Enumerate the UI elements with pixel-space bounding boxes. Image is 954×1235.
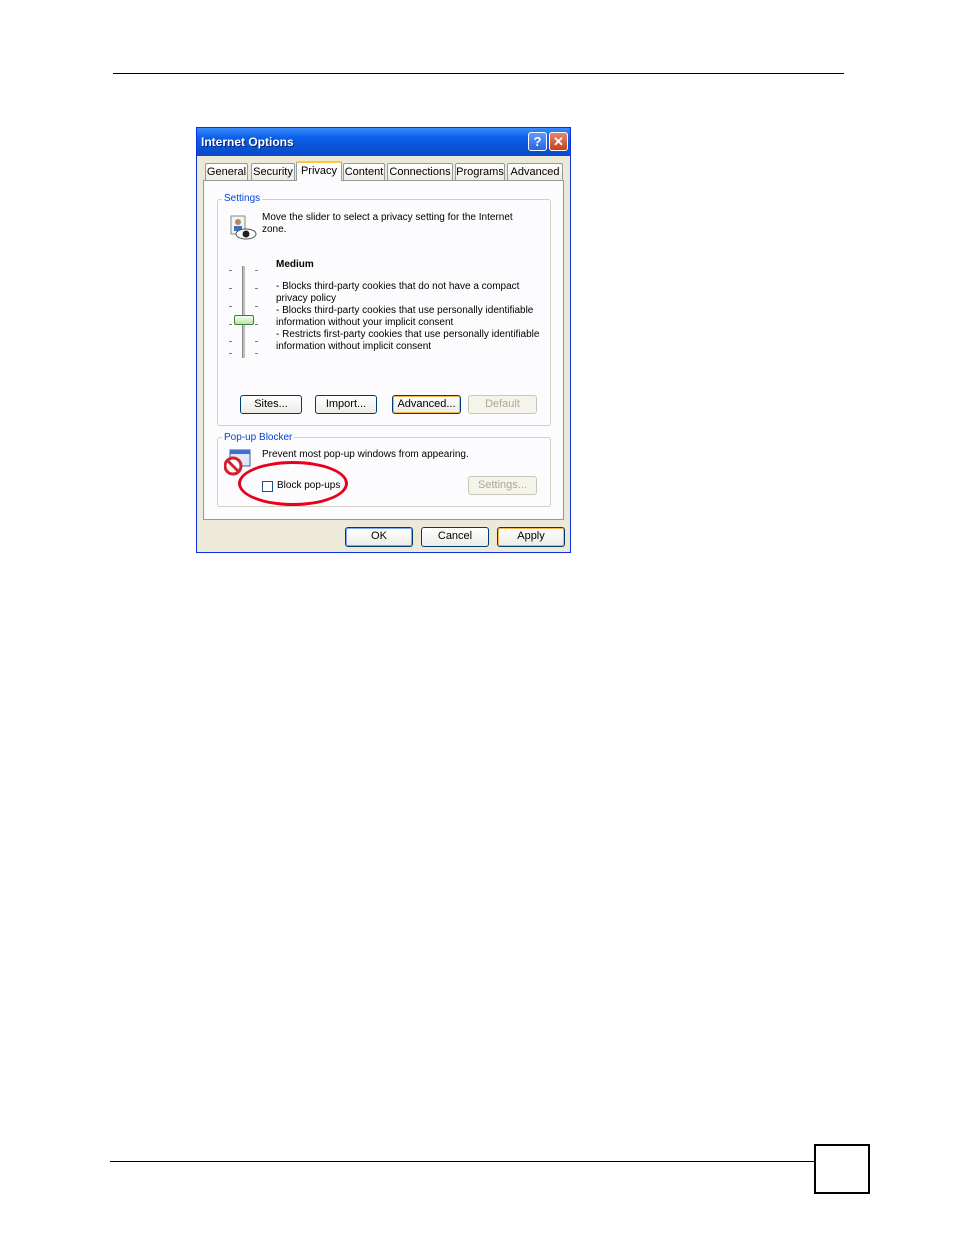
slider-thumb[interactable] [234, 315, 254, 325]
slider-tick [229, 306, 232, 307]
help-button[interactable]: ? [528, 132, 547, 151]
level-description-line: - Restricts first-party cookies that use… [276, 329, 540, 340]
tab-programs[interactable]: Programs [455, 163, 505, 180]
page-header-rule [113, 73, 844, 74]
slider-tick [255, 270, 258, 271]
page-footer-rule [110, 1161, 814, 1162]
cancel-button[interactable]: Cancel [421, 527, 489, 547]
default-button[interactable]: Default [468, 395, 537, 414]
tab-privacy[interactable]: Privacy [296, 161, 342, 181]
slider-tick [255, 353, 258, 354]
slider-tick [255, 288, 258, 289]
settings-group-label: Settings [222, 193, 263, 204]
title-bar[interactable]: Internet Options ? ✕ [197, 128, 570, 156]
tab-security[interactable]: Security [251, 163, 295, 180]
apply-button[interactable]: Apply [497, 527, 565, 547]
slider-tick [229, 341, 232, 342]
slider-tick [229, 353, 232, 354]
highlight-ellipse [238, 461, 348, 506]
level-description-line: information without implicit consent [276, 341, 432, 352]
level-description-line: - Blocks third-party cookies that use pe… [276, 305, 534, 316]
import-button[interactable]: Import... [315, 395, 377, 414]
tab-connections[interactable]: Connections [387, 163, 453, 180]
page-number-box [814, 1144, 870, 1194]
slider-tick [255, 324, 258, 325]
ok-button[interactable]: OK [345, 527, 413, 547]
dialog-title: Internet Options [201, 135, 294, 149]
popup-settings-button[interactable]: Settings... [468, 476, 537, 495]
privacy-eye-icon [230, 215, 257, 240]
popup-blocker-description: Prevent most pop-up windows from appeari… [262, 449, 469, 460]
close-button[interactable]: ✕ [549, 132, 568, 151]
level-description-line: privacy policy [276, 293, 337, 304]
tab-general[interactable]: General [205, 163, 248, 180]
settings-description-line2: zone. [262, 224, 287, 235]
sites-button[interactable]: Sites... [240, 395, 302, 414]
advanced-button[interactable]: Advanced... [392, 395, 461, 414]
privacy-level-title: Medium [276, 259, 314, 270]
slider-tick [229, 270, 232, 271]
tab-content[interactable]: Content [343, 163, 385, 180]
slider-track[interactable] [242, 266, 245, 358]
slider-tick [255, 306, 258, 307]
level-description-line: - Blocks third-party cookies that do not… [276, 281, 520, 292]
slider-tick [255, 341, 258, 342]
slider-tick [229, 288, 232, 289]
slider-tick [229, 324, 232, 325]
level-description-line: information without your implicit consen… [276, 317, 454, 328]
popup-blocker-group-label: Pop-up Blocker [222, 432, 295, 443]
settings-description-line1: Move the slider to select a privacy sett… [262, 212, 513, 223]
tab-advanced[interactable]: Advanced [507, 163, 563, 180]
